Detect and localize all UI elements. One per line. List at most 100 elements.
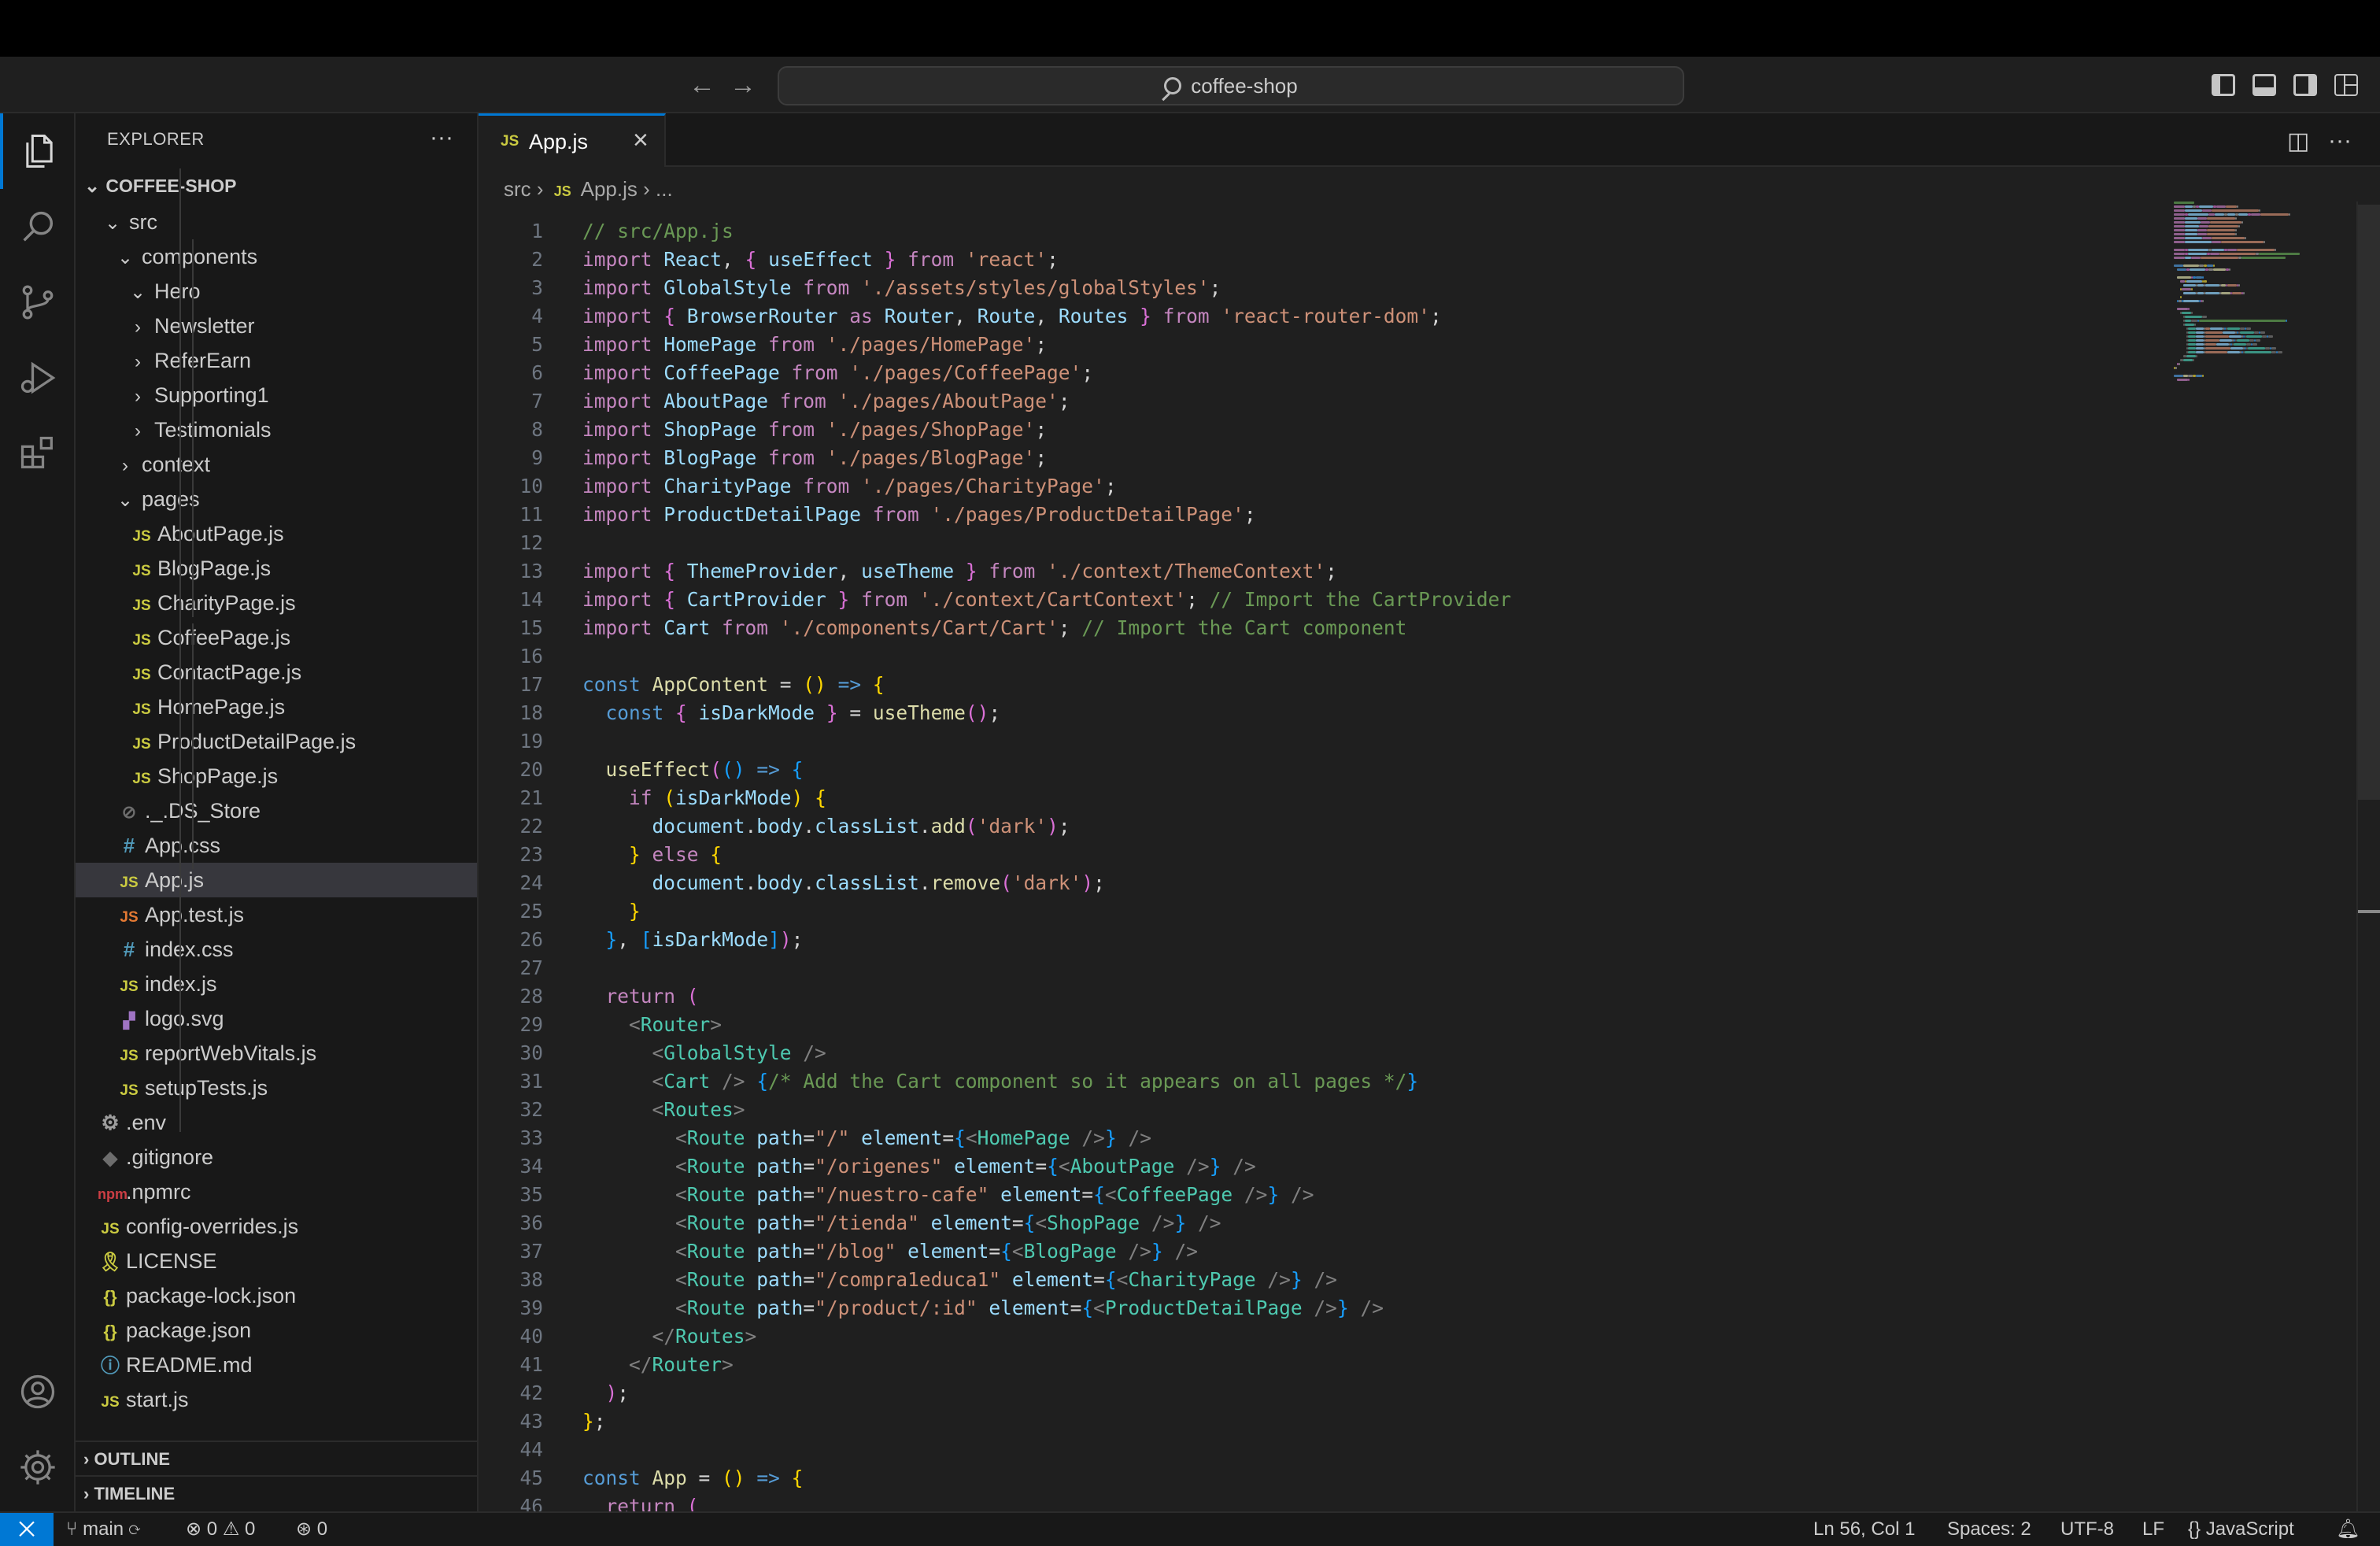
tree-file[interactable]: ⊘ ._.DS_Store [76, 793, 477, 828]
code-token: /> [1221, 1155, 1256, 1178]
tree-file[interactable]: JS reportWebVitals.js [76, 1036, 477, 1071]
tree-file[interactable]: {} package.json [76, 1313, 477, 1348]
extensions-icon[interactable] [0, 416, 76, 491]
code-token: Route [686, 1155, 745, 1178]
command-center-search[interactable]: coffee-shop [778, 66, 1684, 105]
tree-file[interactable]: JS BlogPage.js [76, 551, 477, 586]
tree-file[interactable]: JS config-overrides.js [76, 1209, 477, 1244]
explorer-icon[interactable] [0, 113, 76, 189]
tree-folder[interactable]: ⌄ Hero [76, 274, 477, 309]
account-icon[interactable] [0, 1354, 76, 1429]
tree-file[interactable]: {} package-lock.json [76, 1278, 477, 1313]
code-token: from [849, 588, 919, 611]
scrollbar-thumb[interactable] [2358, 205, 2380, 800]
toggle-panel-icon[interactable] [2252, 74, 2276, 96]
settings-gear-icon[interactable] [0, 1429, 76, 1505]
tree-file[interactable]: JS ProductDetailPage.js [76, 724, 477, 759]
code-token: "/" [815, 1126, 850, 1149]
code-token: "/tienda" [815, 1211, 919, 1234]
tree-file[interactable]: npm.npmrc [76, 1174, 477, 1209]
code-token: /> [1070, 1126, 1105, 1149]
tree-file[interactable]: JS CoffeePage.js [76, 620, 477, 655]
outline-section[interactable]: › OUTLINE [76, 1441, 477, 1475]
code-text: <Router> [582, 1011, 722, 1039]
tree-folder[interactable]: › Supporting1 [76, 378, 477, 412]
code-token: AppContent [652, 673, 769, 696]
breadcrumb-symbol[interactable]: ... [656, 177, 673, 201]
tree-folder[interactable]: ⌄ pages [76, 482, 477, 516]
tree-file[interactable]: JS App.test.js [76, 897, 477, 932]
tree-file[interactable]: JS AboutPage.js [76, 516, 477, 551]
timeline-section[interactable]: › TIMELINE [76, 1475, 477, 1510]
arrow-left-icon[interactable]: ← [686, 69, 718, 101]
tree-file[interactable]: JS ContactPage.js [76, 655, 477, 690]
notifications-bell-icon[interactable]: 🔔︎ [2336, 1513, 2360, 1546]
code-text: import GlobalStyle from './assets/styles… [582, 274, 1221, 302]
tree-folder[interactable]: › ReferEarn [76, 343, 477, 378]
branch-indicator[interactable]: ⑂ main ⟳ [66, 1513, 140, 1546]
problems-indicator[interactable]: ⊗ 0 ⚠ 0 [186, 1513, 255, 1546]
close-icon[interactable]: × [633, 125, 649, 156]
tree-file[interactable]: JS start.js [76, 1382, 477, 1417]
run-debug-icon[interactable] [0, 340, 76, 416]
tree-item-label: BlogPage.js [157, 557, 272, 580]
tree-file[interactable]: JS HomePage.js [76, 690, 477, 724]
tree-file[interactable]: JS setupTests.js [76, 1071, 477, 1105]
cursor-position[interactable]: Ln 56, Col 1 [1813, 1513, 1915, 1546]
indentation[interactable]: Spaces: 2 [1947, 1513, 2031, 1546]
tree-folder[interactable]: › Testimonials [76, 412, 477, 447]
tree-file[interactable]: JS App.js [76, 863, 477, 897]
minimap-line [2183, 359, 2193, 361]
tree-file[interactable]: JS ShopPage.js [76, 759, 477, 793]
split-editor-icon[interactable]: ◫ [2287, 128, 2309, 155]
more-actions-icon[interactable]: ··· [430, 124, 453, 151]
tree-file[interactable]: ▞ logo.svg [76, 1001, 477, 1036]
code-text: } else { [582, 841, 722, 869]
tree-file[interactable]: 🎗︎ LICENSE [76, 1244, 477, 1278]
breadcrumb-file[interactable]: App.js [581, 177, 638, 201]
toggle-primary-sidebar-icon[interactable] [2212, 74, 2235, 96]
tree-file[interactable]: JS CharityPage.js [76, 586, 477, 620]
tree-file[interactable]: ⚙ .env [76, 1105, 477, 1140]
encoding[interactable]: UTF-8 [2060, 1513, 2114, 1546]
tab-app-js[interactable]: JS App.js × [479, 113, 666, 167]
code-token: if [629, 786, 664, 809]
code-token: ; [1244, 503, 1256, 526]
tree-file[interactable]: ◆ .gitignore [76, 1140, 477, 1174]
tree-file[interactable]: # index.css [76, 932, 477, 967]
code-token: Router [652, 1353, 722, 1376]
tree-file[interactable]: ⓘ README.md [76, 1348, 477, 1382]
arrow-right-icon[interactable]: → [727, 69, 759, 101]
line-number: 26 [519, 928, 543, 951]
minimap-line [2196, 331, 2204, 334]
tree-item-label: ReferEarn [154, 349, 252, 372]
search-icon[interactable] [0, 189, 76, 264]
minimap-line [2174, 241, 2185, 243]
js-file-icon: JS [120, 1082, 139, 1099]
tree-file[interactable]: # App.css [76, 828, 477, 863]
tree-folder[interactable]: › Newsletter [76, 309, 477, 343]
minimap-line [2227, 213, 2235, 216]
breadcrumb-src[interactable]: src [504, 177, 531, 201]
tree-folder[interactable]: ⌄ src [76, 205, 477, 239]
code-token: document [652, 815, 745, 838]
toggle-secondary-sidebar-icon[interactable] [2293, 74, 2317, 96]
more-actions-icon[interactable]: ··· [2328, 128, 2352, 154]
customize-layout-icon[interactable] [2334, 74, 2358, 96]
tree-file[interactable]: JSindex.js [76, 967, 477, 1001]
source-control-icon[interactable] [0, 264, 76, 340]
ports-indicator[interactable]: ⊛ 0 [296, 1513, 327, 1546]
minimap-line [2185, 205, 2193, 208]
code-token: ; [1081, 361, 1094, 384]
tree-folder[interactable]: › context [76, 447, 477, 482]
workspace-root[interactable]: ⌄ COFFEE-SHOP [76, 168, 477, 203]
minimap[interactable] [2174, 202, 2323, 532]
tree-item-label: .env [126, 1111, 167, 1134]
language-mode[interactable]: {} JavaScript [2188, 1513, 2294, 1546]
remote-indicator-icon[interactable]: ⨉ [0, 1513, 54, 1546]
tree-folder[interactable]: ⌄ components [76, 239, 477, 274]
minimap-line [2243, 292, 2245, 294]
code-token: GlobalStyle [663, 1041, 792, 1064]
end-of-line[interactable]: LF [2142, 1513, 2164, 1546]
minimap-line [2199, 205, 2213, 208]
